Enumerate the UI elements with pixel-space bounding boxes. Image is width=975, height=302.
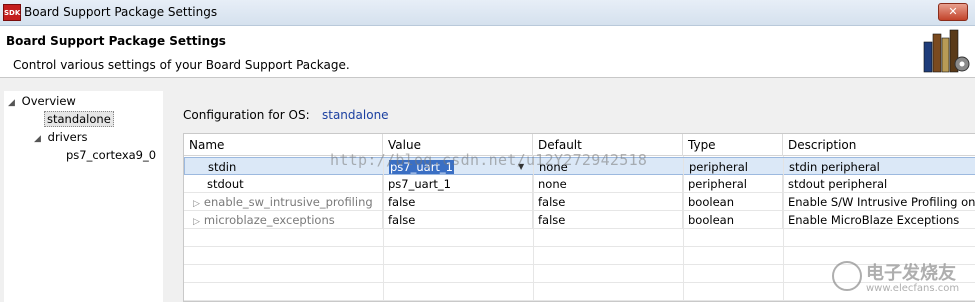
setting-type: boolean — [683, 193, 783, 211]
column-header-type[interactable]: Type — [683, 134, 783, 156]
setting-value-dropdown[interactable]: ps7_uart_1 ▼ — [384, 158, 534, 176]
setting-default: none — [533, 175, 683, 193]
expand-arrow-icon[interactable]: ▷ — [193, 199, 200, 209]
setting-default: none — [534, 158, 684, 176]
setting-description: stdin peripheral — [789, 160, 880, 174]
column-header-description[interactable]: Description — [783, 134, 975, 156]
window-title: Board Support Package Settings — [24, 5, 218, 19]
tree-item-ps7-cortexa9-0[interactable]: ps7_cortexa9_0 — [66, 147, 156, 163]
setting-name: stdin — [185, 158, 384, 176]
setting-name: stdout — [184, 175, 383, 193]
table-row[interactable]: ▷ microblaze_exceptions false false boole… — [184, 211, 975, 229]
setting-description: stdout peripheral — [788, 177, 888, 191]
setting-description: Enable S/W Intrusive Profiling on — [788, 195, 975, 209]
config-os-label: Configuration for OS: — [183, 108, 310, 122]
watermark-logo-url: www.elecfans.com — [866, 283, 960, 294]
collapse-arrow-icon[interactable]: ◢ — [8, 95, 18, 111]
setting-name: enable_sw_intrusive_profiling — [203, 195, 373, 209]
setting-default: false — [533, 211, 683, 229]
setting-description: Enable MicroBlaze Exceptions — [788, 213, 960, 227]
books-gear-icon — [923, 29, 970, 73]
setting-value[interactable]: ps7_uart_1 — [389, 160, 454, 174]
setting-type: boolean — [683, 211, 783, 229]
setting-value[interactable]: false — [383, 211, 533, 229]
tree-item-label: Overview — [21, 94, 76, 108]
column-header-name[interactable]: Name — [184, 134, 383, 156]
close-button[interactable]: ✕ — [938, 3, 968, 21]
tree-item-standalone[interactable]: standalone — [44, 111, 114, 127]
header-title: Board Support Package Settings — [6, 34, 226, 48]
tree-item-drivers[interactable]: ◢ drivers — [34, 129, 87, 145]
elecfans-watermark: 电子发烧友 www.elecfans.com — [828, 255, 968, 301]
header-description: Control various settings of your Board S… — [13, 58, 350, 72]
table-row[interactable]: stdin ps7_uart_1 ▼ none peripheral stdin… — [184, 157, 975, 176]
dialog-header: Board Support Package Settings Control v… — [0, 26, 975, 78]
sdk-app-icon: SDK — [3, 4, 21, 21]
setting-name-cell: ▷ enable_sw_intrusive_profiling — [184, 193, 383, 211]
collapse-arrow-icon[interactable]: ◢ — [34, 131, 44, 147]
title-bar: SDK Board Support Package Settings ✕ — [0, 0, 975, 26]
setting-default: false — [533, 193, 683, 211]
tree-item-label: standalone — [44, 111, 114, 127]
column-header-value[interactable]: Value — [383, 134, 533, 156]
expand-arrow-icon[interactable]: ▷ — [193, 217, 200, 227]
tree-item-overview[interactable]: ◢ Overview — [8, 93, 76, 109]
tree-item-label: drivers — [47, 130, 88, 144]
dropdown-arrow-icon[interactable]: ▼ — [518, 158, 524, 176]
setting-name-cell: ▷ microblaze_exceptions — [184, 211, 383, 229]
setting-type: peripheral — [684, 158, 784, 176]
setting-name: microblaze_exceptions — [203, 213, 335, 227]
watermark-logo-text: 电子发烧友 — [866, 263, 956, 284]
setting-value[interactable]: ps7_uart_1 — [383, 175, 533, 193]
table-row[interactable]: ▷ enable_sw_intrusive_profiling false fal… — [184, 193, 975, 211]
config-os-value: standalone — [322, 108, 389, 122]
tree-item-label: ps7_cortexa9_0 — [66, 148, 157, 162]
setting-value[interactable]: false — [383, 193, 533, 211]
column-header-default[interactable]: Default — [533, 134, 683, 156]
empty-table-row — [184, 229, 975, 247]
setting-type: peripheral — [683, 175, 783, 193]
table-row[interactable]: stdout ps7_uart_1 none peripheral stdout… — [184, 175, 975, 193]
navigation-tree: ◢ Overview standalone ◢ drivers ps7_cort… — [4, 91, 163, 302]
elecfans-logo-icon — [832, 261, 862, 291]
table-header: Name Value Default Type Description — [184, 134, 975, 156]
